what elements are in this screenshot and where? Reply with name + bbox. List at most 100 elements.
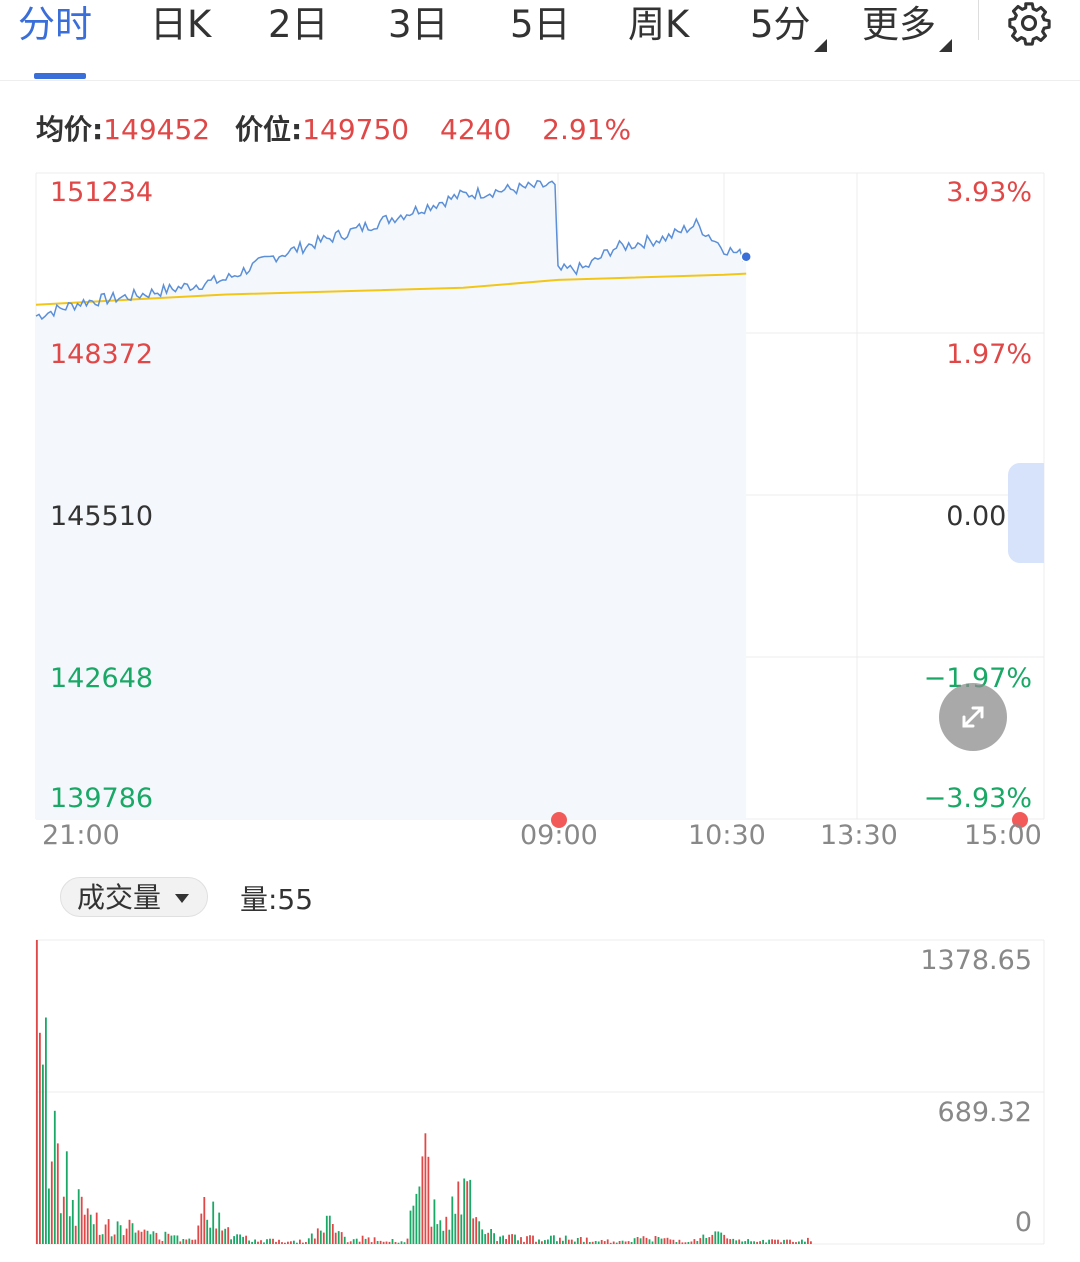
period-tab-bar: 分时 日K 2日 3日 5日 周K 5分 更多 bbox=[0, 0, 1080, 81]
volume-bar bbox=[349, 1241, 352, 1244]
volume-bar bbox=[89, 1214, 92, 1244]
price-change-percent: 2.91% bbox=[542, 113, 632, 146]
volume-bar bbox=[266, 1239, 268, 1244]
volume-bar bbox=[409, 1210, 412, 1244]
volume-grid bbox=[35, 939, 1045, 1245]
indicator-select-label: 成交量 bbox=[77, 881, 162, 914]
volume-bar bbox=[122, 1235, 125, 1244]
volume-bar bbox=[747, 1239, 749, 1244]
volume-bar bbox=[188, 1238, 191, 1244]
price-chart-canvas bbox=[35, 172, 1045, 828]
volume-bar bbox=[92, 1224, 95, 1244]
volume-bar bbox=[562, 1240, 564, 1244]
volume-bar bbox=[313, 1238, 316, 1244]
volume-bar bbox=[137, 1230, 140, 1244]
volume-value-text: 量:55 bbox=[240, 883, 314, 916]
volume-bar bbox=[388, 1241, 391, 1244]
volume-bar bbox=[702, 1234, 705, 1244]
volume-bar bbox=[666, 1237, 669, 1244]
tab-5-day[interactable]: 5日 bbox=[510, 0, 571, 52]
dropdown-triangle-icon bbox=[813, 39, 827, 52]
volume-bar bbox=[711, 1234, 714, 1244]
volume-bar bbox=[173, 1235, 176, 1244]
volume-bar bbox=[170, 1235, 173, 1244]
fullscreen-button[interactable] bbox=[939, 683, 1007, 751]
volume-bar bbox=[406, 1238, 409, 1244]
volume-bar bbox=[729, 1239, 732, 1244]
volume-bar bbox=[352, 1239, 355, 1244]
tab-daily-k[interactable]: 日K bbox=[150, 0, 211, 52]
volume-bar bbox=[505, 1239, 507, 1244]
volume-bar bbox=[176, 1235, 179, 1244]
average-price-value: 149452 bbox=[103, 113, 211, 146]
volume-bar bbox=[621, 1240, 624, 1244]
volume-bar bbox=[579, 1237, 582, 1244]
volume-bar bbox=[532, 1235, 534, 1244]
volume-bar bbox=[328, 1215, 331, 1244]
volume-bar bbox=[430, 1226, 433, 1244]
volume-bar bbox=[143, 1229, 146, 1244]
volume-bar bbox=[427, 1156, 430, 1244]
volume-bar bbox=[633, 1238, 636, 1244]
volume-bar bbox=[200, 1213, 203, 1244]
volume-bar bbox=[576, 1238, 579, 1244]
tab-5-minute[interactable]: 5分 bbox=[750, 0, 827, 52]
volume-bar bbox=[191, 1239, 194, 1244]
tab-more[interactable]: 更多 bbox=[862, 0, 952, 52]
tab-2-day[interactable]: 2日 bbox=[268, 0, 329, 52]
volume-bar bbox=[209, 1227, 212, 1244]
volume-bar bbox=[316, 1228, 319, 1244]
volume-bar bbox=[606, 1239, 609, 1244]
volume-chart[interactable]: 1378.65 689.32 0 bbox=[0, 935, 1080, 1255]
volume-bar bbox=[98, 1234, 101, 1244]
volume-bar bbox=[376, 1241, 379, 1244]
tab-more-label: 更多 bbox=[862, 3, 936, 46]
volume-bar bbox=[415, 1193, 418, 1244]
tab-3-day[interactable]: 3日 bbox=[388, 0, 449, 52]
volume-bar bbox=[39, 1032, 41, 1244]
volume-bar bbox=[588, 1242, 591, 1244]
volume-bar bbox=[281, 1242, 283, 1244]
intraday-price-chart[interactable]: 151234 148372 145510 142648 139786 3.93%… bbox=[0, 165, 1080, 865]
volume-bar bbox=[310, 1233, 313, 1244]
volume-bar bbox=[307, 1238, 310, 1244]
gear-icon[interactable] bbox=[1006, 0, 1052, 46]
expand-arrows-icon bbox=[962, 706, 984, 728]
price-info-line: 均价:149452 价位:149750 4240 2.91% bbox=[36, 110, 631, 150]
volume-bar bbox=[526, 1236, 528, 1244]
volume-bar bbox=[104, 1224, 107, 1244]
average-price-label: 均价: bbox=[36, 113, 104, 146]
volume-bar bbox=[618, 1241, 621, 1244]
volume-bar bbox=[361, 1235, 364, 1244]
volume-bar bbox=[257, 1241, 259, 1244]
volume-bar bbox=[260, 1240, 262, 1244]
volume-bar bbox=[771, 1239, 773, 1244]
volume-bar bbox=[768, 1239, 770, 1244]
volume-bar bbox=[152, 1231, 155, 1244]
volume-bar bbox=[651, 1241, 654, 1244]
side-panel-handle[interactable] bbox=[1008, 463, 1044, 563]
volume-bar bbox=[457, 1181, 460, 1244]
volume-bar bbox=[663, 1238, 666, 1244]
volume-bar bbox=[496, 1241, 498, 1244]
volume-bar bbox=[107, 1219, 110, 1244]
volume-bar bbox=[424, 1133, 427, 1244]
volume-bar bbox=[553, 1235, 555, 1244]
tab-weekly-k[interactable]: 周K bbox=[628, 0, 689, 52]
volume-bar bbox=[529, 1235, 531, 1244]
volume-bar bbox=[48, 1188, 50, 1244]
indicator-select-volume[interactable]: 成交量 bbox=[60, 877, 208, 917]
volume-bar bbox=[600, 1240, 603, 1244]
volume-bar bbox=[780, 1242, 782, 1244]
tab-intraday[interactable]: 分时 bbox=[18, 0, 92, 52]
volume-bar bbox=[394, 1242, 397, 1244]
volume-bar bbox=[490, 1229, 492, 1244]
volume-bar bbox=[810, 1241, 812, 1244]
current-price-marker bbox=[740, 250, 752, 263]
volume-bar bbox=[463, 1178, 466, 1244]
volume-bar bbox=[499, 1236, 501, 1244]
volume-bar bbox=[218, 1212, 221, 1244]
volume-bar bbox=[251, 1241, 253, 1244]
volume-bar bbox=[675, 1242, 678, 1244]
volume-bar bbox=[436, 1224, 439, 1244]
